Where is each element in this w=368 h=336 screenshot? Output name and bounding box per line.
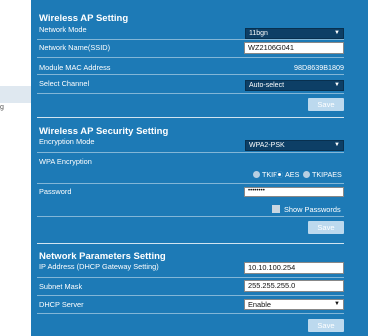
section-divider xyxy=(37,117,344,118)
divider xyxy=(37,295,344,296)
divider xyxy=(37,277,344,278)
radio-aes[interactable]: AES xyxy=(276,170,299,179)
network-section-title: Network Parameters Setting xyxy=(39,251,166,262)
divider xyxy=(37,183,344,184)
show-passwords-checkbox[interactable] xyxy=(272,205,280,213)
ip-address-input[interactable]: 10.10.100.254 xyxy=(244,262,344,274)
dhcp-server-select[interactable]: Enable ▼ xyxy=(244,299,344,310)
password-label: Password xyxy=(39,187,72,196)
channel-value: Auto-select xyxy=(249,82,285,89)
encryption-mode-select[interactable]: WPA2-PSK ▼ xyxy=(245,140,344,151)
radio-icon xyxy=(303,171,310,178)
divider xyxy=(37,74,344,75)
radio-tkipaes[interactable]: TKIPAES xyxy=(303,170,342,179)
channel-label: Select Channel xyxy=(39,79,90,88)
security-section-title: Wireless AP Security Setting xyxy=(39,126,169,137)
subnet-mask-label: Subnet Mask xyxy=(39,282,83,291)
section-divider xyxy=(37,243,344,244)
dhcp-server-label: DHCP Server xyxy=(39,300,84,309)
channel-select[interactable]: Auto-select ▼ xyxy=(245,80,344,91)
network-mode-label: Network Mode xyxy=(39,25,87,34)
divider xyxy=(37,216,344,217)
sidebar xyxy=(0,0,31,336)
wireless-save-button[interactable]: Save xyxy=(308,98,344,111)
divider xyxy=(37,93,344,94)
security-save-button[interactable]: Save xyxy=(308,221,344,234)
encryption-mode-label: Encryption Mode xyxy=(39,137,95,146)
divider xyxy=(37,152,344,153)
ip-address-label: IP Address (DHCP Gateway Setting) xyxy=(39,262,159,271)
radio-selected-icon xyxy=(276,171,283,178)
divider xyxy=(37,39,344,40)
settings-panel: Wireless AP Setting Network Mode 11bgn ▼… xyxy=(31,0,368,336)
mac-label: Module MAC Address xyxy=(39,63,111,72)
divider xyxy=(37,313,344,314)
radio-tkipaes-label: TKIPAES xyxy=(312,170,342,179)
chevron-down-icon: ▼ xyxy=(334,301,340,307)
encryption-mode-value: WPA2-PSK xyxy=(249,142,285,149)
dhcp-server-value: Enable xyxy=(248,300,272,309)
sidebar-item-label: g xyxy=(0,104,4,111)
password-input[interactable]: •••••••• xyxy=(244,187,344,197)
mac-value: 98D8639B1809 xyxy=(294,63,344,72)
ssid-input[interactable]: WZ2106G041 xyxy=(244,42,344,54)
chevron-down-icon: ▼ xyxy=(334,30,340,36)
network-mode-select[interactable]: 11bgn ▼ xyxy=(245,28,344,39)
radio-aes-label: AES xyxy=(285,170,300,179)
chevron-down-icon: ▼ xyxy=(334,142,340,148)
network-mode-value: 11bgn xyxy=(249,30,268,37)
divider xyxy=(37,57,344,58)
network-save-button[interactable]: Save xyxy=(308,319,344,332)
chevron-down-icon: ▼ xyxy=(334,82,340,88)
radio-tkip[interactable]: TKIP xyxy=(253,170,278,179)
radio-icon xyxy=(253,171,260,178)
wireless-section-title: Wireless AP Setting xyxy=(39,13,129,24)
wpa-encryption-label: WPA Encryption xyxy=(39,157,92,166)
subnet-mask-input[interactable]: 255.255.255.0 xyxy=(244,280,344,292)
sidebar-active-item[interactable] xyxy=(0,86,31,103)
show-passwords-label: Show Passwords xyxy=(284,205,341,214)
ssid-label: Network Name(SSID) xyxy=(39,43,111,52)
